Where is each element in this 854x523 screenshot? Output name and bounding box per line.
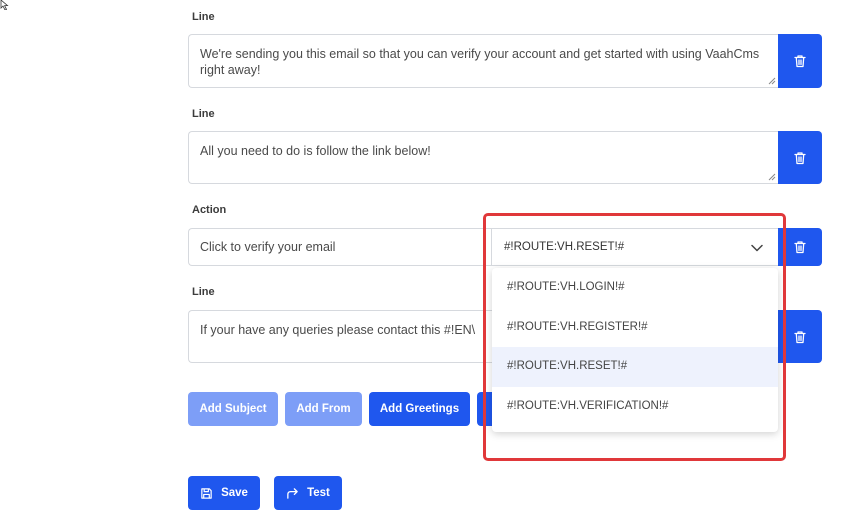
action-label: Action — [192, 204, 227, 216]
line-3-text: If your have any queries please contact … — [200, 323, 476, 337]
route-option-register[interactable]: #!ROUTE:VH.REGISTER!# — [492, 308, 778, 348]
chevron-down-icon[interactable] — [750, 241, 764, 255]
route-option-login[interactable]: #!ROUTE:VH.LOGIN!# — [492, 268, 778, 308]
line-1-delete-button[interactable] — [778, 34, 822, 88]
mouse-pointer-icon — [0, 0, 9, 10]
trash-icon — [794, 151, 806, 164]
action-text-input[interactable]: Click to verify your email — [188, 228, 491, 266]
save-button[interactable]: Save — [188, 476, 260, 510]
trash-icon — [794, 330, 806, 343]
resize-grip-icon[interactable] — [768, 173, 776, 181]
line-1-label: Line — [192, 11, 215, 23]
line-3-label: Line — [192, 286, 215, 298]
line-2-label: Line — [192, 108, 215, 120]
add-from-button[interactable]: Add From — [285, 392, 362, 426]
line-2-text: All you need to do is follow the link be… — [200, 144, 431, 158]
save-icon — [201, 487, 212, 499]
save-label: Save — [221, 487, 248, 499]
add-subject-button[interactable]: Add Subject — [188, 392, 278, 426]
resize-grip-icon[interactable] — [768, 77, 776, 85]
action-route-select[interactable]: #!ROUTE:VH.RESET!# — [491, 228, 778, 266]
line-1-text: We're sending you this email so that you… — [200, 47, 760, 77]
test-label: Test — [307, 487, 330, 499]
share-arrow-icon — [287, 487, 298, 499]
line-2-delete-button[interactable] — [778, 131, 822, 184]
line-2-textarea[interactable]: All you need to do is follow the link be… — [188, 131, 778, 184]
action-delete-button[interactable] — [778, 228, 822, 266]
line-1-textarea[interactable]: We're sending you this email so that you… — [188, 34, 778, 88]
route-option-reset[interactable]: #!ROUTE:VH.RESET!# — [492, 347, 778, 387]
trash-icon — [794, 55, 806, 68]
route-dropdown-menu: #!ROUTE:VH.LOGIN!# #!ROUTE:VH.REGISTER!#… — [492, 268, 778, 432]
test-button[interactable]: Test — [274, 476, 342, 510]
line-3-delete-button[interactable] — [778, 310, 822, 363]
action-route-selected-value: #!ROUTE:VH.RESET!# — [504, 241, 625, 253]
route-option-verification[interactable]: #!ROUTE:VH.VERIFICATION!# — [492, 387, 778, 427]
trash-icon — [794, 241, 806, 254]
email-template-editor: Line We're sending you this email so tha… — [0, 0, 854, 523]
add-greetings-button[interactable]: Add Greetings — [369, 392, 470, 426]
